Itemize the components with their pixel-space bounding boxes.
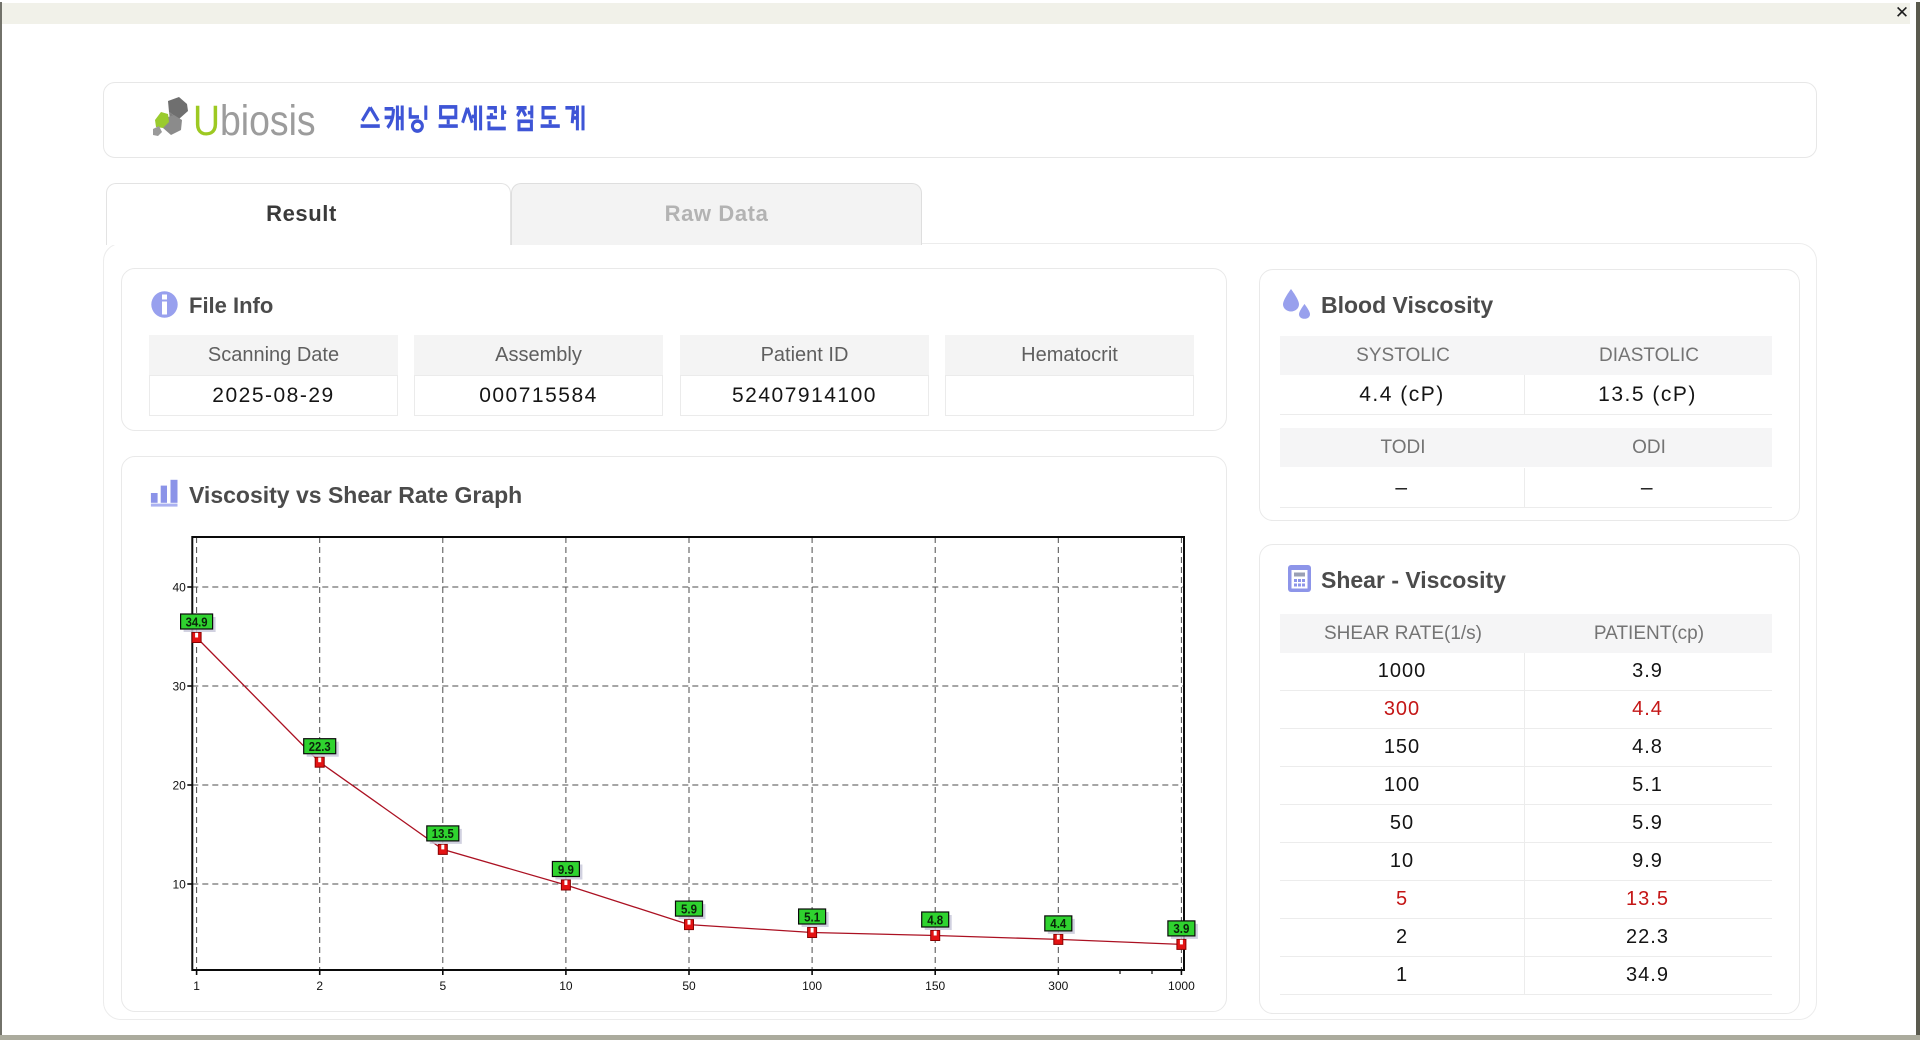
svg-text:biosis: biosis [220,97,316,144]
svg-text:5.9: 5.9 [681,901,697,916]
svg-text:40: 40 [172,581,186,595]
svg-text:10: 10 [172,878,186,892]
svg-text:50: 50 [682,979,696,993]
svg-text:1000: 1000 [1168,979,1195,993]
svg-text:4.4: 4.4 [1050,916,1067,931]
svg-text:1: 1 [193,979,200,993]
svg-text:9.9: 9.9 [558,862,574,877]
svg-text:5: 5 [439,979,446,993]
svg-text:22.3: 22.3 [309,739,331,754]
svg-text:300: 300 [1048,979,1068,993]
svg-text:30: 30 [172,680,186,694]
svg-text:4.8: 4.8 [927,912,943,927]
svg-text:13.5: 13.5 [432,826,454,841]
svg-text:34.9: 34.9 [186,614,208,629]
svg-text:2: 2 [316,979,323,993]
svg-text:10: 10 [559,979,573,993]
svg-text:20: 20 [172,779,186,793]
svg-text:150: 150 [925,979,945,993]
svg-text:5.1: 5.1 [804,909,820,924]
svg-text:100: 100 [802,979,822,993]
svg-text:U: U [193,97,220,144]
svg-text:3.9: 3.9 [1173,921,1189,936]
